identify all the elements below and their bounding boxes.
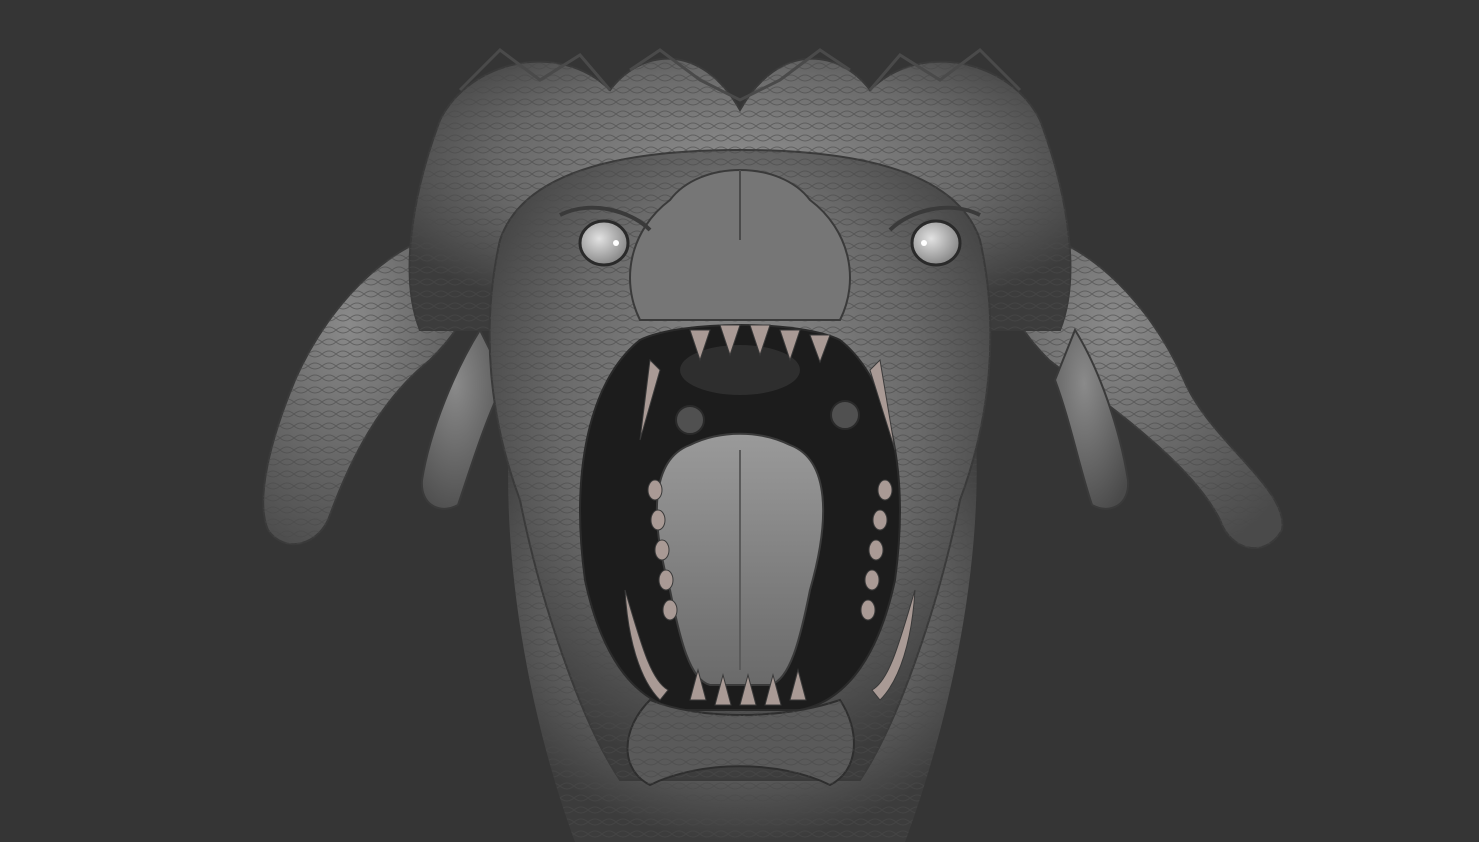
- dragon-head-sculpt: [262, 48, 1284, 842]
- 3d-viewport[interactable]: [0, 0, 1479, 842]
